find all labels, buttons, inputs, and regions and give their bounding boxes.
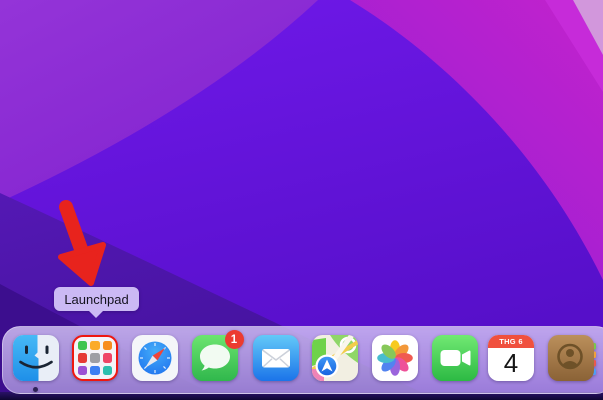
finder-icon <box>13 335 59 381</box>
dock-item-calendar[interactable]: THG 6 4 <box>488 335 534 381</box>
dock-item-finder[interactable] <box>13 335 59 381</box>
dock-item-mail[interactable] <box>253 335 299 381</box>
photos-icon <box>372 335 418 381</box>
facetime-icon <box>432 335 478 381</box>
dock-item-photos[interactable] <box>372 335 418 381</box>
dock-item-messages[interactable]: 1 <box>192 335 238 381</box>
maps-icon <box>312 335 358 381</box>
safari-icon <box>132 335 178 381</box>
calendar-day-number: 4 <box>488 348 534 381</box>
dock-item-launchpad[interactable] <box>72 335 118 381</box>
running-indicator-dot <box>33 387 38 392</box>
launchpad-icon <box>72 335 118 381</box>
dock-item-maps[interactable] <box>312 335 358 381</box>
calendar-icon: THG 6 4 <box>488 335 534 381</box>
tooltip-label: Launchpad <box>64 292 128 307</box>
dock-item-safari[interactable] <box>132 335 178 381</box>
notification-badge: 1 <box>225 330 244 349</box>
calendar-month-label: THG 6 <box>488 335 534 348</box>
desktop: Launchpad <box>0 0 603 400</box>
launchpad-tooltip: Launchpad <box>54 287 139 311</box>
dock-item-contacts[interactable] <box>548 335 594 381</box>
mail-icon <box>253 335 299 381</box>
contacts-icon <box>548 335 598 381</box>
dock-item-facetime[interactable] <box>432 335 478 381</box>
tooltip-pointer <box>88 310 104 318</box>
